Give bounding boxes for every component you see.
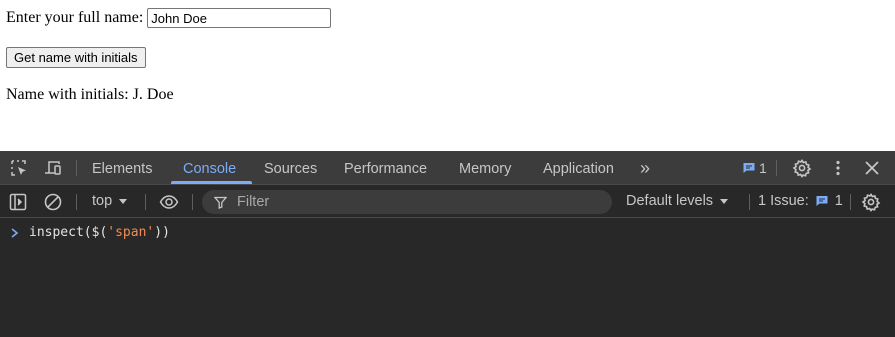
toolbar-divider <box>76 160 77 176</box>
log-levels-dropdown[interactable]: Default levels <box>626 193 729 209</box>
tab-elements[interactable]: Elements <box>92 151 152 184</box>
active-tab-indicator <box>171 181 252 184</box>
get-initials-button[interactable]: Get name with initials <box>6 47 146 68</box>
eye-icon[interactable] <box>159 192 179 212</box>
more-tabs-icon[interactable]: » <box>640 151 650 184</box>
tab-console[interactable]: Console <box>183 151 236 184</box>
sidebar-toggle-icon[interactable] <box>8 192 28 212</box>
clear-console-icon[interactable] <box>43 192 63 212</box>
issues-counter[interactable]: 1 Issue: 1 <box>758 193 843 209</box>
console-code-string: 'span' <box>107 225 155 240</box>
context-label: top <box>92 193 113 209</box>
console-code-suffix: )) <box>154 225 170 240</box>
tab-performance[interactable]: Performance <box>344 151 427 184</box>
filter-icon <box>214 196 227 209</box>
issues-badge[interactable]: 1 <box>742 160 767 176</box>
issues-counter-label: 1 Issue: <box>758 193 809 209</box>
context-selector[interactable]: top <box>92 193 128 209</box>
log-levels-label: Default levels <box>626 193 714 209</box>
toolbar-divider <box>749 194 750 210</box>
inspect-element-icon[interactable] <box>9 158 29 178</box>
filter-field[interactable] <box>202 190 612 214</box>
toolbar-divider <box>145 194 146 210</box>
web-page: Enter your full name: Get name with init… <box>0 0 895 151</box>
tab-sources[interactable]: Sources <box>264 151 317 184</box>
kebab-menu-icon[interactable] <box>828 158 848 178</box>
device-toolbar-icon[interactable] <box>43 158 63 178</box>
console-area[interactable]: inspect($('span')) <box>0 218 895 337</box>
issues-counter-value: 1 <box>834 193 843 209</box>
toolbar-divider <box>776 160 777 176</box>
console-settings-icon[interactable] <box>861 192 881 212</box>
full-name-input[interactable] <box>147 8 332 28</box>
issues-badge-count: 1 <box>759 160 767 176</box>
toolbar-divider <box>192 194 193 210</box>
name-row: Enter your full name: <box>6 8 332 28</box>
settings-icon[interactable] <box>792 158 812 178</box>
prompt-chevron-icon <box>11 227 19 238</box>
console-code-prefix: inspect($( <box>29 225 108 240</box>
toolbar-divider <box>850 194 851 210</box>
result-value: J. Doe <box>132 86 174 103</box>
result-text: Name with initials: J. Doe <box>6 86 174 104</box>
devtools-tabbar: Elements Console Sources Performance Mem… <box>0 151 895 185</box>
result-label: Name with initials: <box>6 86 129 103</box>
console-toolbar: top Default levels 1 Issue: <box>0 185 895 218</box>
toolbar-divider <box>76 194 77 210</box>
devtools-panel: Elements Console Sources Performance Mem… <box>0 151 895 337</box>
tab-application[interactable]: Application <box>543 151 614 184</box>
console-input-line[interactable]: inspect($('span')) <box>10 225 170 240</box>
name-label: Enter your full name: <box>6 9 144 26</box>
close-icon[interactable] <box>862 158 882 178</box>
issues-icon <box>743 163 755 173</box>
filter-input[interactable] <box>235 193 579 211</box>
dropdown-caret-icon <box>119 199 128 204</box>
dropdown-caret-icon <box>720 199 729 204</box>
issues-icon <box>816 196 828 206</box>
tab-memory[interactable]: Memory <box>459 151 511 184</box>
